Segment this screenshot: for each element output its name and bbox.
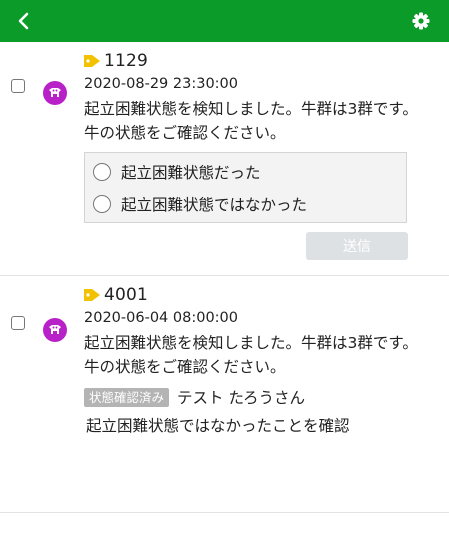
- status-row: 状態確認済み テスト たろうさん: [84, 386, 305, 408]
- select-checkbox[interactable]: [11, 79, 25, 93]
- status-badge: 状態確認済み: [84, 387, 170, 407]
- alert-type-avatar: [43, 318, 67, 342]
- send-button[interactable]: 送信: [306, 232, 408, 260]
- status-options: 起立困難状態だった 起立困難状態ではなかった: [84, 152, 407, 223]
- notification-card: 4001 2020-06-04 08:00:00 起立困難状態を検知しました。牛…: [0, 276, 449, 513]
- alert-timestamp: 2020-08-29 23:30:00: [84, 76, 238, 92]
- cow-alert-icon: [49, 88, 61, 97]
- radio-button[interactable]: [93, 163, 111, 181]
- notification-card: 1129 2020-08-29 23:30:00 起立困難状態を検知しました。牛…: [0, 42, 449, 276]
- confirmed-by: テスト たろうさん: [177, 389, 306, 407]
- option-not-difficulty[interactable]: 起立困難状態ではなかった: [93, 192, 307, 216]
- alert-timestamp: 2020-06-04 08:00:00: [84, 310, 238, 326]
- alert-message: 起立困難状態を検知しました。牛群は3群です。牛の状態をご確認ください。: [84, 334, 418, 376]
- tag-icon: [84, 55, 100, 67]
- alert-type-avatar: [43, 81, 67, 105]
- tag-icon: [84, 289, 100, 301]
- alert-message: 起立困難状態を検知しました。牛群は3群です。牛の状態をご確認ください。: [84, 100, 418, 142]
- chevron-left-icon: [18, 12, 29, 30]
- cow-id-row: 1129: [83, 50, 148, 72]
- cow-id: 1129: [104, 51, 149, 71]
- app-header: [0, 0, 449, 42]
- cow-id: 4001: [104, 285, 149, 305]
- cow-id-row: 4001: [83, 284, 148, 306]
- radio-button[interactable]: [93, 195, 111, 213]
- confirmation-result: 起立困難状態ではなかったことを確認: [86, 417, 350, 435]
- option-label: 起立困難状態ではなかった: [121, 196, 308, 214]
- cow-alert-icon: [49, 325, 61, 334]
- back-button[interactable]: [14, 11, 34, 31]
- select-checkbox[interactable]: [11, 316, 25, 330]
- option-label: 起立困難状態だった: [121, 164, 261, 182]
- settings-button[interactable]: [411, 11, 431, 31]
- gear-icon: [412, 12, 430, 30]
- option-could-not-stand[interactable]: 起立困難状態だった: [93, 160, 261, 184]
